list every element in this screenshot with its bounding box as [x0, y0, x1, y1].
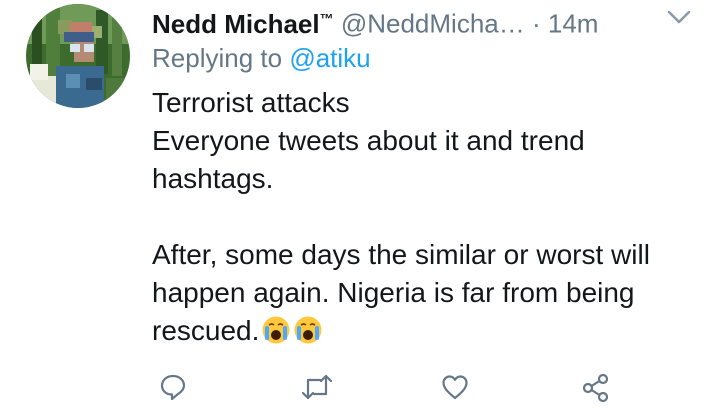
crying-face-emoji — [261, 315, 291, 345]
author-handle[interactable]: @NeddMicha… — [341, 9, 525, 39]
share-button[interactable] — [580, 372, 612, 409]
tweet-text: Terrorist attacks Everyone tweets about … — [152, 84, 692, 350]
timestamp[interactable]: 14m — [548, 9, 599, 39]
retweet-icon — [300, 374, 334, 406]
chevron-down-icon[interactable] — [666, 6, 692, 28]
share-icon — [580, 373, 612, 408]
reply-button[interactable] — [158, 372, 188, 407]
replying-to: Replying to @atiku — [152, 40, 371, 76]
avatar[interactable] — [26, 4, 130, 108]
like-button[interactable] — [440, 372, 470, 407]
tweet-line: After, some days the similar or worst wi… — [152, 239, 650, 346]
mention-link[interactable]: @atiku — [289, 43, 370, 73]
replying-prefix: Replying to — [152, 43, 283, 73]
reply-icon — [158, 374, 188, 406]
tweet-header: Nedd Michael™ @NeddMicha… · 14m — [152, 0, 712, 39]
paragraph-break — [152, 198, 692, 236]
separator-dot: · — [531, 8, 541, 39]
heart-icon — [440, 375, 470, 406]
tweet-line: Terrorist attacks — [152, 87, 350, 118]
retweet-button[interactable] — [300, 372, 334, 407]
tweet-line: Everyone tweets about it and trend hasht… — [152, 125, 585, 194]
tweet-card[interactable]: Nedd Michael™ @NeddMicha… · 14m Replying… — [0, 0, 720, 417]
author-name[interactable]: Nedd Michael™ — [152, 9, 334, 39]
crying-face-emoji — [293, 315, 323, 345]
action-bar — [0, 372, 720, 412]
